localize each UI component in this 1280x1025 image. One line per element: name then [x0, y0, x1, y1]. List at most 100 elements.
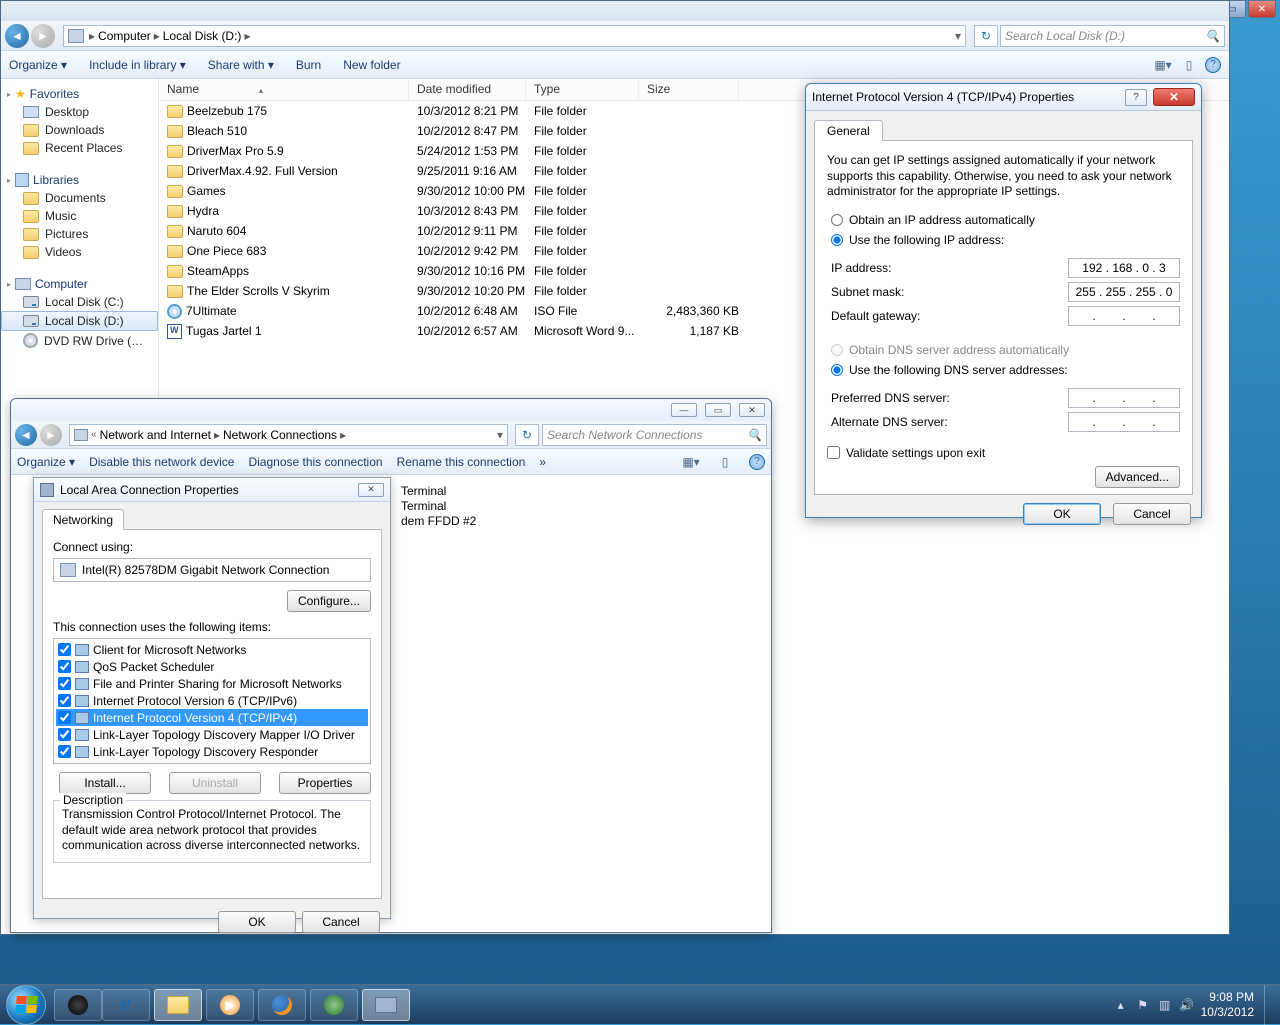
component-checkbox[interactable]: [58, 660, 71, 673]
advanced-button[interactable]: Advanced...: [1095, 466, 1180, 488]
column-date[interactable]: Date modified: [409, 79, 526, 100]
help-icon[interactable]: ?: [1205, 57, 1221, 73]
component-checkbox[interactable]: [58, 694, 71, 707]
sidebar-item-recent[interactable]: Recent Places: [1, 139, 158, 157]
network-component-item[interactable]: Internet Protocol Version 4 (TCP/IPv4): [56, 709, 368, 726]
sidebar-item-dvd-drive[interactable]: DVD RW Drive (E:) 7U: [1, 331, 158, 350]
search-input[interactable]: Search Local Disk (D:) 🔍: [1000, 25, 1225, 47]
organize-menu[interactable]: Organize ▾: [9, 58, 67, 72]
include-library-menu[interactable]: Include in library ▾: [89, 58, 186, 72]
breadcrumb-item[interactable]: Computer: [98, 29, 151, 43]
breadcrumb-item[interactable]: Network Connections: [223, 428, 337, 442]
taskbar-ie[interactable]: e: [102, 989, 150, 1021]
chevron-down-icon[interactable]: ▾: [955, 29, 961, 43]
libraries-header[interactable]: ▸Libraries: [1, 171, 158, 189]
view-options-icon[interactable]: ▦▾: [681, 452, 701, 472]
ok-button[interactable]: OK: [1023, 503, 1101, 525]
ip-address-input[interactable]: 192 . 168 . 0 . 3: [1068, 258, 1180, 278]
network-component-item[interactable]: Client for Microsoft Networks: [56, 641, 368, 658]
list-item[interactable]: Terminal: [401, 498, 759, 513]
alternate-dns-input[interactable]: . . .: [1068, 412, 1180, 432]
component-checkbox[interactable]: [58, 677, 71, 690]
network-component-item[interactable]: Link-Layer Topology Discovery Responder: [56, 743, 368, 760]
breadcrumb[interactable]: « Network and Internet ▸ Network Connect…: [69, 424, 508, 446]
sidebar-item-music[interactable]: Music: [1, 207, 158, 225]
breadcrumb-item[interactable]: Network and Internet: [100, 428, 211, 442]
column-size[interactable]: Size: [639, 79, 739, 100]
column-type[interactable]: Type: [526, 79, 639, 100]
network-component-item[interactable]: Internet Protocol Version 6 (TCP/IPv6): [56, 692, 368, 709]
computer-header[interactable]: ▸Computer: [1, 275, 158, 293]
favorites-header[interactable]: ▸★Favorites: [1, 85, 158, 103]
taskbar-explorer[interactable]: [154, 989, 202, 1021]
forward-button[interactable]: ►: [40, 424, 62, 446]
rename-connection[interactable]: Rename this connection: [397, 455, 526, 469]
default-gateway-input[interactable]: . . .: [1068, 306, 1180, 326]
taskbar-app-5[interactable]: [310, 989, 358, 1021]
validate-checkbox[interactable]: Validate settings upon exit: [827, 446, 1180, 460]
configure-button[interactable]: Configure...: [287, 590, 371, 612]
refresh-button[interactable]: ↻: [974, 25, 998, 47]
taskbar-network[interactable]: [362, 989, 410, 1021]
component-checkbox[interactable]: [58, 728, 71, 741]
ok-button[interactable]: OK: [218, 911, 296, 933]
close-button[interactable]: ✕: [739, 403, 765, 417]
burn-button[interactable]: Burn: [296, 58, 321, 72]
taskbar-firefox[interactable]: [258, 989, 306, 1021]
maximize-button[interactable]: ▭: [705, 403, 731, 417]
back-button[interactable]: ◄: [15, 424, 37, 446]
search-input[interactable]: Search Network Connections 🔍: [542, 424, 767, 446]
sidebar-item-desktop[interactable]: Desktop: [1, 103, 158, 121]
disable-device[interactable]: Disable this network device: [89, 455, 234, 469]
preview-pane-icon[interactable]: ▯: [1179, 55, 1199, 75]
list-item[interactable]: dem FFDD #2: [401, 513, 759, 528]
preferred-dns-input[interactable]: . . .: [1068, 388, 1180, 408]
show-hidden-icons[interactable]: ▴: [1113, 997, 1129, 1013]
start-button[interactable]: [6, 985, 46, 1025]
radio-use-following[interactable]: Use the following IP address:: [827, 233, 1180, 247]
component-checkbox[interactable]: [58, 745, 71, 758]
share-with-menu[interactable]: Share with ▾: [208, 58, 274, 72]
network-component-item[interactable]: Link-Layer Topology Discovery Mapper I/O…: [56, 726, 368, 743]
sidebar-item-pictures[interactable]: Pictures: [1, 225, 158, 243]
network-component-item[interactable]: QoS Packet Scheduler: [56, 658, 368, 675]
close-button[interactable]: ✕: [1153, 88, 1195, 106]
tab-general[interactable]: General: [814, 120, 883, 141]
breadcrumb-item[interactable]: Local Disk (D:): [163, 29, 242, 43]
sidebar-item-documents[interactable]: Documents: [1, 189, 158, 207]
new-folder-button[interactable]: New folder: [343, 58, 400, 72]
radio-obtain-auto[interactable]: Obtain an IP address automatically: [827, 213, 1180, 227]
taskbar-wmp[interactable]: ▶: [206, 989, 254, 1021]
more-chevron[interactable]: »: [539, 455, 546, 469]
taskbar-app-1[interactable]: [54, 989, 102, 1021]
cancel-button[interactable]: Cancel: [1113, 503, 1191, 525]
volume-icon[interactable]: 🔊: [1179, 997, 1195, 1013]
minimize-button[interactable]: —: [671, 403, 697, 417]
column-name[interactable]: Name: [159, 79, 409, 100]
tab-networking[interactable]: Networking: [42, 509, 124, 530]
sidebar-item-c-drive[interactable]: Local Disk (C:): [1, 293, 158, 311]
diagnose-connection[interactable]: Diagnose this connection: [248, 455, 382, 469]
install-button[interactable]: Install...: [59, 772, 151, 794]
preview-pane-icon[interactable]: ▯: [715, 452, 735, 472]
network-tray-icon[interactable]: ▥: [1157, 997, 1173, 1013]
sidebar-item-downloads[interactable]: Downloads: [1, 121, 158, 139]
properties-button[interactable]: Properties: [279, 772, 371, 794]
flag-icon[interactable]: ⚑: [1135, 997, 1151, 1013]
help-icon[interactable]: ?: [749, 454, 765, 470]
help-button[interactable]: ?: [1125, 89, 1147, 106]
close-button[interactable]: ✕: [358, 483, 384, 497]
close-button[interactable]: ✕: [1248, 0, 1276, 18]
sidebar-item-d-drive[interactable]: Local Disk (D:): [1, 311, 158, 331]
organize-menu[interactable]: Organize ▾: [17, 455, 75, 469]
radio-dns-use[interactable]: Use the following DNS server addresses:: [827, 363, 1180, 377]
chevron-down-icon[interactable]: ▾: [497, 428, 503, 442]
component-checkbox[interactable]: [58, 643, 71, 656]
network-component-item[interactable]: File and Printer Sharing for Microsoft N…: [56, 675, 368, 692]
breadcrumb[interactable]: ▸ Computer ▸ Local Disk (D:) ▸ ▾: [63, 25, 966, 47]
sidebar-item-videos[interactable]: Videos: [1, 243, 158, 261]
cancel-button[interactable]: Cancel: [302, 911, 380, 933]
network-items-list[interactable]: Client for Microsoft NetworksQoS Packet …: [53, 638, 371, 764]
subnet-mask-input[interactable]: 255 . 255 . 255 . 0: [1068, 282, 1180, 302]
forward-button[interactable]: ►: [31, 24, 55, 48]
